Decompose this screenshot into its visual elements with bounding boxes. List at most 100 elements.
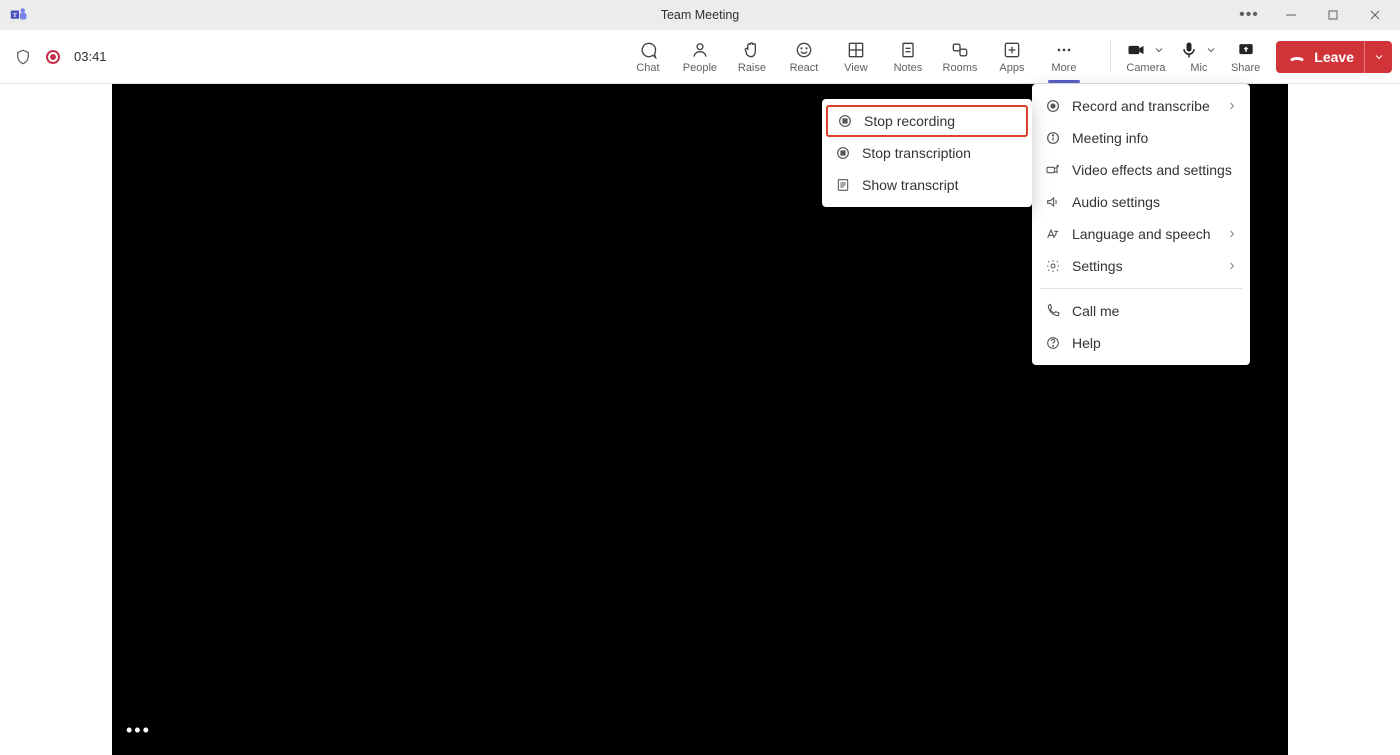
menu-label: Call me	[1072, 303, 1119, 319]
menu-call-me[interactable]: Call me	[1032, 295, 1250, 327]
submenu-stop-transcription[interactable]: Stop transcription	[822, 137, 1032, 169]
more-menu: Record and transcribe Meeting info Video…	[1032, 84, 1250, 365]
title-bar: T Team Meeting •••	[0, 0, 1400, 30]
menu-audio-settings[interactable]: Audio settings	[1032, 186, 1250, 218]
language-icon	[1044, 225, 1062, 243]
meeting-timer: 03:41	[74, 49, 107, 64]
view-label: View	[844, 62, 868, 74]
more-icon	[1054, 40, 1074, 60]
people-icon	[690, 40, 710, 60]
toolbar-devices: Camera Mic Share Leave	[1102, 30, 1392, 83]
people-label: People	[683, 62, 717, 74]
react-icon	[794, 40, 814, 60]
camera-label: Camera	[1126, 62, 1165, 74]
menu-label: Show transcript	[862, 177, 958, 193]
window-title: Team Meeting	[0, 8, 1400, 22]
mic-chevron-icon[interactable]	[1203, 44, 1219, 56]
share-icon	[1236, 40, 1256, 60]
menu-label: Record and transcribe	[1072, 98, 1210, 114]
window-close-button[interactable]	[1354, 1, 1396, 29]
record-submenu: Stop recording Stop transcription Show t…	[822, 99, 1032, 207]
leave-wrap: Leave	[1266, 30, 1392, 83]
recording-indicator-icon	[46, 50, 60, 64]
people-button[interactable]: People	[674, 30, 726, 83]
toolbar-divider	[1110, 40, 1111, 73]
view-icon	[846, 40, 866, 60]
mic-label: Mic	[1190, 62, 1207, 74]
mic-icon	[1179, 40, 1199, 60]
share-button[interactable]: Share	[1225, 30, 1266, 83]
menu-label: Settings	[1072, 258, 1123, 274]
menu-label: Language and speech	[1072, 226, 1211, 242]
leave-chevron-icon[interactable]	[1364, 41, 1392, 73]
meeting-toolbar: 03:41 Chat People Raise React View Notes	[0, 30, 1400, 84]
record-icon	[834, 144, 852, 162]
chat-label: Chat	[636, 62, 659, 74]
menu-label: Audio settings	[1072, 194, 1160, 210]
leave-button[interactable]: Leave	[1276, 41, 1392, 73]
menu-label: Help	[1072, 335, 1101, 351]
more-button[interactable]: More	[1038, 30, 1090, 83]
hangup-icon	[1288, 48, 1306, 66]
toolbar-status: 03:41	[14, 30, 107, 83]
window-more-button[interactable]: •••	[1228, 1, 1270, 29]
mic-button[interactable]: Mic	[1173, 30, 1225, 83]
apps-icon	[1002, 40, 1022, 60]
raise-hand-icon	[742, 40, 762, 60]
transcript-icon	[834, 176, 852, 194]
apps-button[interactable]: Apps	[986, 30, 1038, 83]
menu-separator	[1040, 288, 1242, 289]
phone-icon	[1044, 302, 1062, 320]
submenu-arrow-icon	[1226, 260, 1238, 272]
rooms-label: Rooms	[943, 62, 978, 74]
chat-button[interactable]: Chat	[622, 30, 674, 83]
notes-button[interactable]: Notes	[882, 30, 934, 83]
menu-help[interactable]: Help	[1032, 327, 1250, 359]
menu-meeting-info[interactable]: Meeting info	[1032, 122, 1250, 154]
settings-icon	[1044, 257, 1062, 275]
react-button[interactable]: React	[778, 30, 830, 83]
svg-text:T: T	[13, 13, 17, 19]
window-controls: •••	[1228, 1, 1396, 29]
camera-chevron-icon[interactable]	[1151, 44, 1167, 56]
rooms-button[interactable]: Rooms	[934, 30, 986, 83]
record-icon	[836, 112, 854, 130]
menu-label: Stop recording	[864, 113, 955, 129]
menu-label: Stop transcription	[862, 145, 971, 161]
menu-language-speech[interactable]: Language and speech	[1032, 218, 1250, 250]
notes-label: Notes	[894, 62, 923, 74]
video-effects-icon	[1044, 161, 1062, 179]
teams-logo-icon: T	[10, 6, 28, 24]
rooms-icon	[950, 40, 970, 60]
submenu-stop-recording[interactable]: Stop recording	[826, 105, 1028, 137]
menu-label: Meeting info	[1072, 130, 1148, 146]
raise-hand-button[interactable]: Raise	[726, 30, 778, 83]
toolbar-actions: Chat People Raise React View Notes Rooms	[622, 30, 1090, 83]
react-label: React	[790, 62, 819, 74]
audio-icon	[1044, 193, 1062, 211]
camera-icon	[1125, 40, 1147, 60]
raise-label: Raise	[738, 62, 766, 74]
submenu-show-transcript[interactable]: Show transcript	[822, 169, 1032, 201]
menu-label: Video effects and settings	[1072, 162, 1232, 178]
share-label: Share	[1231, 62, 1260, 74]
menu-settings[interactable]: Settings	[1032, 250, 1250, 282]
menu-record-transcribe[interactable]: Record and transcribe	[1032, 90, 1250, 122]
privacy-shield-icon[interactable]	[14, 48, 32, 66]
window-minimize-button[interactable]	[1270, 1, 1312, 29]
chat-icon	[638, 40, 658, 60]
notes-icon	[898, 40, 918, 60]
camera-button[interactable]: Camera	[1119, 30, 1173, 83]
more-label: More	[1051, 62, 1076, 74]
submenu-arrow-icon	[1226, 100, 1238, 112]
info-icon	[1044, 129, 1062, 147]
view-button[interactable]: View	[830, 30, 882, 83]
window-maximize-button[interactable]	[1312, 1, 1354, 29]
menu-video-effects[interactable]: Video effects and settings	[1032, 154, 1250, 186]
video-more-button[interactable]: •••	[126, 720, 151, 741]
help-icon	[1044, 334, 1062, 352]
submenu-arrow-icon	[1226, 228, 1238, 240]
apps-label: Apps	[999, 62, 1024, 74]
record-icon	[1044, 97, 1062, 115]
leave-label: Leave	[1314, 49, 1354, 65]
